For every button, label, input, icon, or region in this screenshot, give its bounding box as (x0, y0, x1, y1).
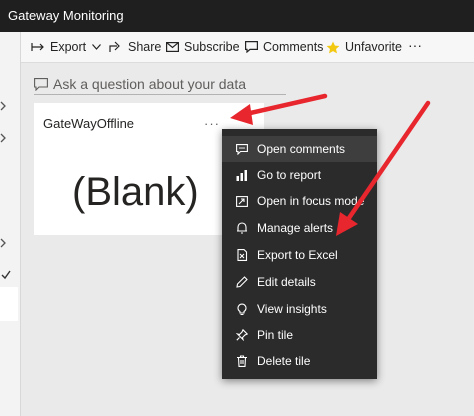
menu-item-view-insights[interactable]: View insights (222, 296, 377, 322)
mail-icon (166, 42, 179, 52)
bar-chart-icon (236, 169, 248, 181)
unfavorite-label: Unfavorite (345, 40, 402, 54)
export-label: Export (50, 40, 87, 54)
subscribe-button[interactable]: Subscribe (166, 40, 240, 54)
menu-item-manage-alerts[interactable]: Manage alerts (222, 215, 377, 241)
pencil-icon (236, 276, 248, 288)
nav-item-selected[interactable] (0, 287, 18, 321)
comments-button[interactable]: Comments (245, 40, 323, 54)
dashboard-toolbar: Export Share Subscribe Comments Unfavori… (21, 32, 474, 63)
qa-input[interactable]: Ask a question about your data (34, 74, 286, 95)
menu-item-label: Open comments (257, 142, 346, 156)
chevron-down-icon (92, 44, 102, 50)
more-options-label: ··· (408, 37, 422, 53)
menu-item-label: Manage alerts (257, 221, 334, 235)
menu-item-label: Export to Excel (257, 248, 338, 262)
export-button[interactable]: Export (31, 40, 106, 54)
menu-item-open-comments[interactable]: Open comments (222, 136, 377, 162)
comment-icon (236, 143, 248, 155)
app-title: Gateway Monitoring (8, 8, 124, 23)
tile-value: (Blank) (72, 170, 199, 214)
chevron-right-icon[interactable] (0, 100, 10, 114)
menu-item-label: Pin tile (257, 328, 294, 342)
menu-item-label: Delete tile (257, 354, 311, 368)
title-bar: Gateway Monitoring (0, 0, 474, 32)
left-nav-rail (0, 32, 21, 416)
tile-title: GateWayOffline (43, 116, 135, 131)
unfavorite-button[interactable]: Unfavorite (326, 40, 402, 54)
subscribe-label: Subscribe (184, 40, 240, 54)
menu-item-go-to-report[interactable]: Go to report (222, 162, 377, 188)
menu-item-edit-details[interactable]: Edit details (222, 269, 377, 295)
share-button[interactable]: Share (109, 40, 161, 54)
excel-icon (236, 249, 248, 261)
menu-item-export-to-excel[interactable]: Export to Excel (222, 242, 377, 268)
chevron-right-icon[interactable] (0, 132, 10, 146)
menu-item-label: View insights (257, 302, 327, 316)
menu-item-label: Edit details (257, 275, 316, 289)
export-arrow-icon (31, 43, 44, 51)
tile-more-options-button[interactable]: ··· (204, 116, 220, 131)
qa-placeholder: Ask a question about your data (53, 76, 247, 92)
chat-bubble-icon (34, 77, 48, 91)
share-label: Share (128, 40, 162, 54)
comment-icon (245, 41, 258, 53)
menu-item-delete-tile[interactable]: Delete tile (222, 348, 377, 374)
bell-icon (236, 222, 248, 234)
chevron-right-icon[interactable] (0, 237, 10, 251)
focus-icon (236, 195, 248, 207)
menu-item-label: Open in focus mode (257, 194, 365, 208)
star-icon (326, 41, 340, 53)
lightbulb-icon (236, 303, 248, 315)
more-options-button[interactable]: ··· (408, 37, 422, 53)
menu-item-open-in-focus-mode[interactable]: Open in focus mode (222, 188, 377, 214)
pin-icon (236, 329, 248, 341)
tile-context-menu: Open comments Go to report Open in focus… (222, 129, 377, 379)
menu-item-label: Go to report (257, 168, 322, 182)
trash-icon (236, 355, 248, 367)
share-icon (109, 41, 120, 52)
comments-label: Comments (263, 40, 324, 54)
checkmark-icon (1, 269, 11, 283)
menu-item-pin-tile[interactable]: Pin tile (222, 322, 377, 348)
